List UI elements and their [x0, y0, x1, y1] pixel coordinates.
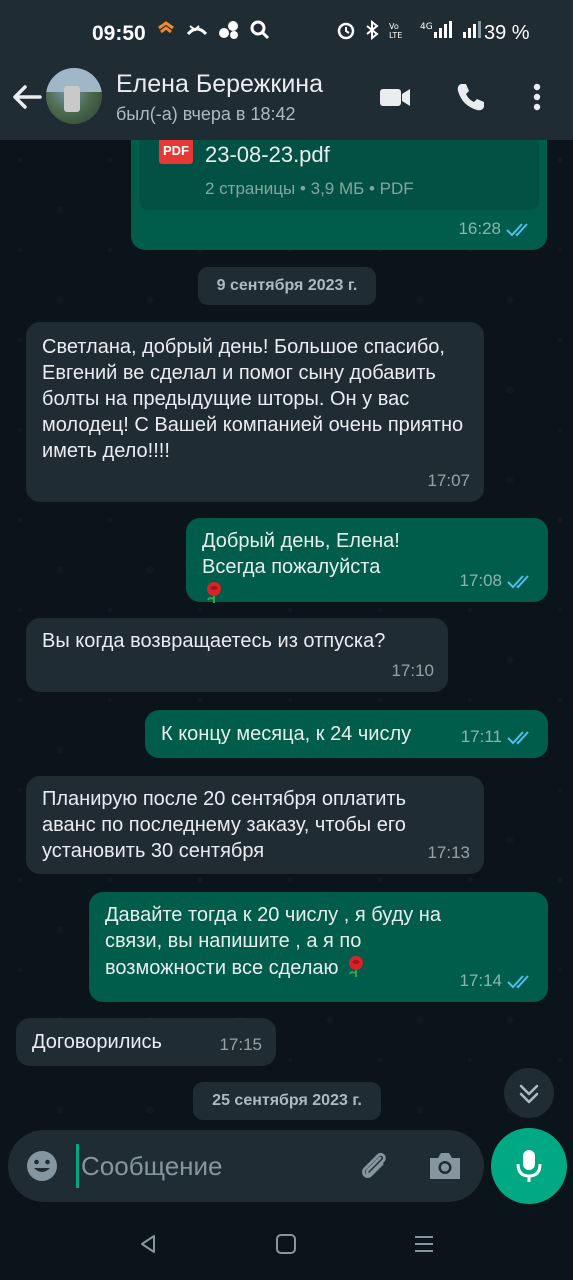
- svg-text:4G: 4G: [420, 22, 433, 32]
- incoming-message-bubble[interactable]: Светлана, добрый день! Большое спасибо, …: [26, 322, 484, 502]
- camera-button[interactable]: [426, 1148, 464, 1184]
- message-input[interactable]: [76, 1144, 346, 1188]
- rose-emoji-icon: [349, 956, 364, 977]
- read-ticks-icon: [507, 575, 529, 589]
- message-time: 17:07: [427, 471, 470, 490]
- incoming-message-bubble[interactable]: Планирую после 20 сентября оплатить аван…: [26, 776, 484, 874]
- message-meta: 17:13: [427, 840, 470, 866]
- message-meta: 17:08: [459, 568, 534, 594]
- message-time: 17:13: [427, 843, 470, 862]
- message-text: Вы когда возвращаетесь из отпуска?: [42, 630, 386, 652]
- signal-icon: [463, 21, 481, 38]
- system-navigation-bar: [0, 1208, 573, 1280]
- message-time: 17:14: [459, 971, 502, 990]
- battery-level: 39 %: [484, 22, 530, 44]
- outgoing-message-bubble[interactable]: Давайте тогда к 20 числу , я буду на свя…: [89, 892, 548, 1002]
- read-ticks-icon: [507, 731, 529, 745]
- more-options-button[interactable]: [522, 80, 552, 114]
- message-input-bar: [8, 1130, 484, 1202]
- rose-emoji-icon: [207, 582, 221, 603]
- read-ticks-icon: [507, 975, 529, 989]
- outgoing-message-bubble[interactable]: Добрый день, Елена! Всегда пожалуйста 17…: [186, 518, 548, 603]
- message-time: 17:08: [459, 571, 502, 590]
- back-button[interactable]: [10, 80, 44, 114]
- incoming-message-bubble[interactable]: Договорились 17:15: [16, 1018, 276, 1066]
- date-separator: 9 сентября 2023 г.: [198, 267, 376, 305]
- message-time: 17:10: [391, 661, 434, 680]
- outgoing-message-bubble[interactable]: К концу месяца, к 24 числу 17:11: [145, 710, 548, 758]
- message-time: 16:28: [458, 219, 501, 238]
- status-bar: 09:50 Vo LTE 4G 39 %: [0, 0, 573, 66]
- attach-button[interactable]: [356, 1148, 392, 1184]
- message-meta: 17:15: [219, 1032, 262, 1058]
- microphone-icon: [516, 1150, 542, 1182]
- signal-4g-icon: 4G: [420, 21, 452, 38]
- video-call-button[interactable]: [378, 80, 412, 114]
- message-text: Планирую после 20 сентября оплатить аван…: [42, 788, 407, 862]
- emoji-button[interactable]: [24, 1148, 60, 1184]
- message-meta: 17:10: [391, 658, 434, 684]
- pdf-file-name: 23-08-23.pdf: [205, 142, 330, 167]
- message-meta: 17:14: [459, 968, 534, 994]
- read-ticks-icon: [506, 223, 528, 237]
- pdf-message-bubble[interactable]: PDF 23-08-23.pdf 2 страницы • 3,9 МБ • P…: [131, 140, 547, 250]
- incoming-message-bubble[interactable]: Вы когда возвращаетесь из отпуска? 17:10: [26, 618, 448, 692]
- pdf-attachment[interactable]: PDF 23-08-23.pdf 2 страницы • 3,9 МБ • P…: [139, 140, 539, 210]
- message-meta: 17:07: [427, 468, 470, 494]
- message-meta: 16:28: [458, 216, 533, 242]
- voice-call-button[interactable]: [454, 80, 488, 114]
- contact-last-seen: был(-а) вчера в 18:42: [116, 104, 296, 124]
- status-icons-right: Vo LTE 4G: [336, 20, 484, 40]
- alarm-icon: [337, 22, 355, 40]
- status-time: 09:50: [92, 22, 146, 45]
- avatar[interactable]: [46, 68, 102, 124]
- message-text-content: Давайте тогда к 20 числу , я буду на свя…: [105, 904, 441, 979]
- chat-area[interactable]: PDF 23-08-23.pdf 2 страницы • 3,9 МБ • P…: [0, 140, 573, 1130]
- bluetooth-icon: [366, 20, 379, 40]
- message-meta: 17:11: [461, 724, 534, 750]
- svg-text:LTE: LTE: [389, 31, 402, 40]
- pdf-icon: PDF: [159, 140, 193, 164]
- missed-call-icon: [186, 25, 208, 36]
- chat-header: Елена Бережкина был(-а) вчера в 18:42: [0, 66, 573, 140]
- nav-home-icon[interactable]: [274, 1232, 298, 1256]
- nav-recents-icon[interactable]: [412, 1232, 436, 1256]
- message-text: Давайте тогда к 20 числу , я буду на свя…: [105, 902, 465, 981]
- status-icons-left: [156, 20, 270, 40]
- pdf-file-info: 2 страницы • 3,9 МБ • PDF: [205, 179, 414, 198]
- date-separator: 25 сентября 2023 г.: [193, 1082, 381, 1120]
- message-text: Добрый день, Елена! Всегда пожалуйста: [202, 528, 402, 607]
- message-time: 17:11: [460, 727, 502, 746]
- nav-back-icon[interactable]: [136, 1232, 160, 1256]
- search-icon: [250, 20, 270, 40]
- double-chevron-down-icon: [519, 1084, 539, 1104]
- scroll-to-bottom-button[interactable]: [504, 1068, 554, 1118]
- app-icon: [219, 21, 238, 39]
- voice-record-button[interactable]: [491, 1128, 567, 1204]
- taxi-icon: [158, 21, 174, 34]
- svg-text:Vo: Vo: [389, 22, 399, 31]
- volte-icon: VoLTE: [389, 22, 402, 40]
- message-time: 17:15: [219, 1035, 262, 1054]
- message-text: Светлана, добрый день! Большое спасибо, …: [42, 336, 464, 462]
- contact-name[interactable]: Елена Бережкина: [116, 70, 346, 99]
- message-text-content: Добрый день, Елена! Всегда пожалуйста: [202, 530, 400, 578]
